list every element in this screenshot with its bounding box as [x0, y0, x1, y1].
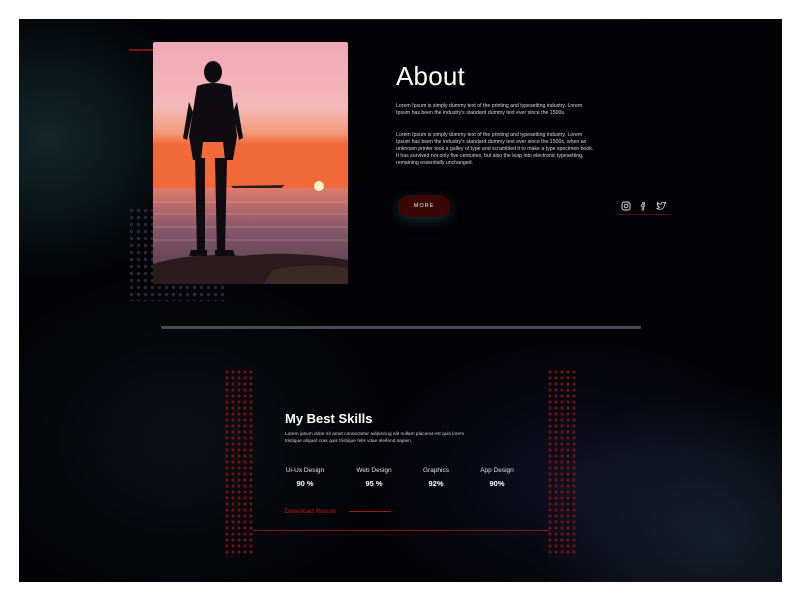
skill-name: Ui-Ux Design: [285, 467, 325, 474]
instagram-icon[interactable]: [621, 201, 631, 211]
page-frame: About Lorem Ipsum is simply dummy text o…: [19, 19, 782, 582]
skill-name: App Design: [480, 467, 514, 474]
skill-web-design: Web Design 95 %: [346, 467, 402, 488]
skills-description: Lorem ipsum dolor sit amet consectetur a…: [285, 432, 465, 444]
about-paragraph-1: Lorem Ipsum is simply dummy text of the …: [396, 103, 583, 116]
skill-value: 95 %: [365, 479, 383, 488]
skill-app-design: App Design 90%: [469, 467, 525, 488]
about-paragraph-2: Lorem Ipsum is simply dummy text of the …: [396, 132, 594, 166]
download-underline: [349, 511, 391, 512]
dot-pattern-right: [547, 369, 577, 557]
section-divider: [161, 326, 641, 329]
skill-name: Web Design: [356, 467, 392, 474]
twitter-icon[interactable]: [656, 200, 667, 211]
skill-value: 90%: [489, 479, 505, 488]
about-title: About: [396, 61, 465, 91]
more-button[interactable]: MORE: [398, 195, 450, 217]
skill-name: Graphics: [422, 467, 449, 474]
skill-ui-ux: Ui-Ux Design 90 %: [277, 467, 333, 488]
skills-title: My Best Skills: [285, 411, 373, 426]
dot-pattern-left: [224, 369, 254, 557]
skill-graphics: Graphics 92%: [408, 467, 464, 488]
facebook-icon[interactable]: [638, 201, 648, 211]
download-resume-link[interactable]: Download Resum: [285, 508, 336, 515]
social-links: [617, 197, 671, 215]
red-bottom-line: [253, 530, 549, 531]
skill-value: 90 %: [296, 479, 314, 488]
top-divider: [161, 19, 641, 20]
skill-value: 92%: [428, 479, 444, 488]
about-photo: [153, 42, 348, 284]
